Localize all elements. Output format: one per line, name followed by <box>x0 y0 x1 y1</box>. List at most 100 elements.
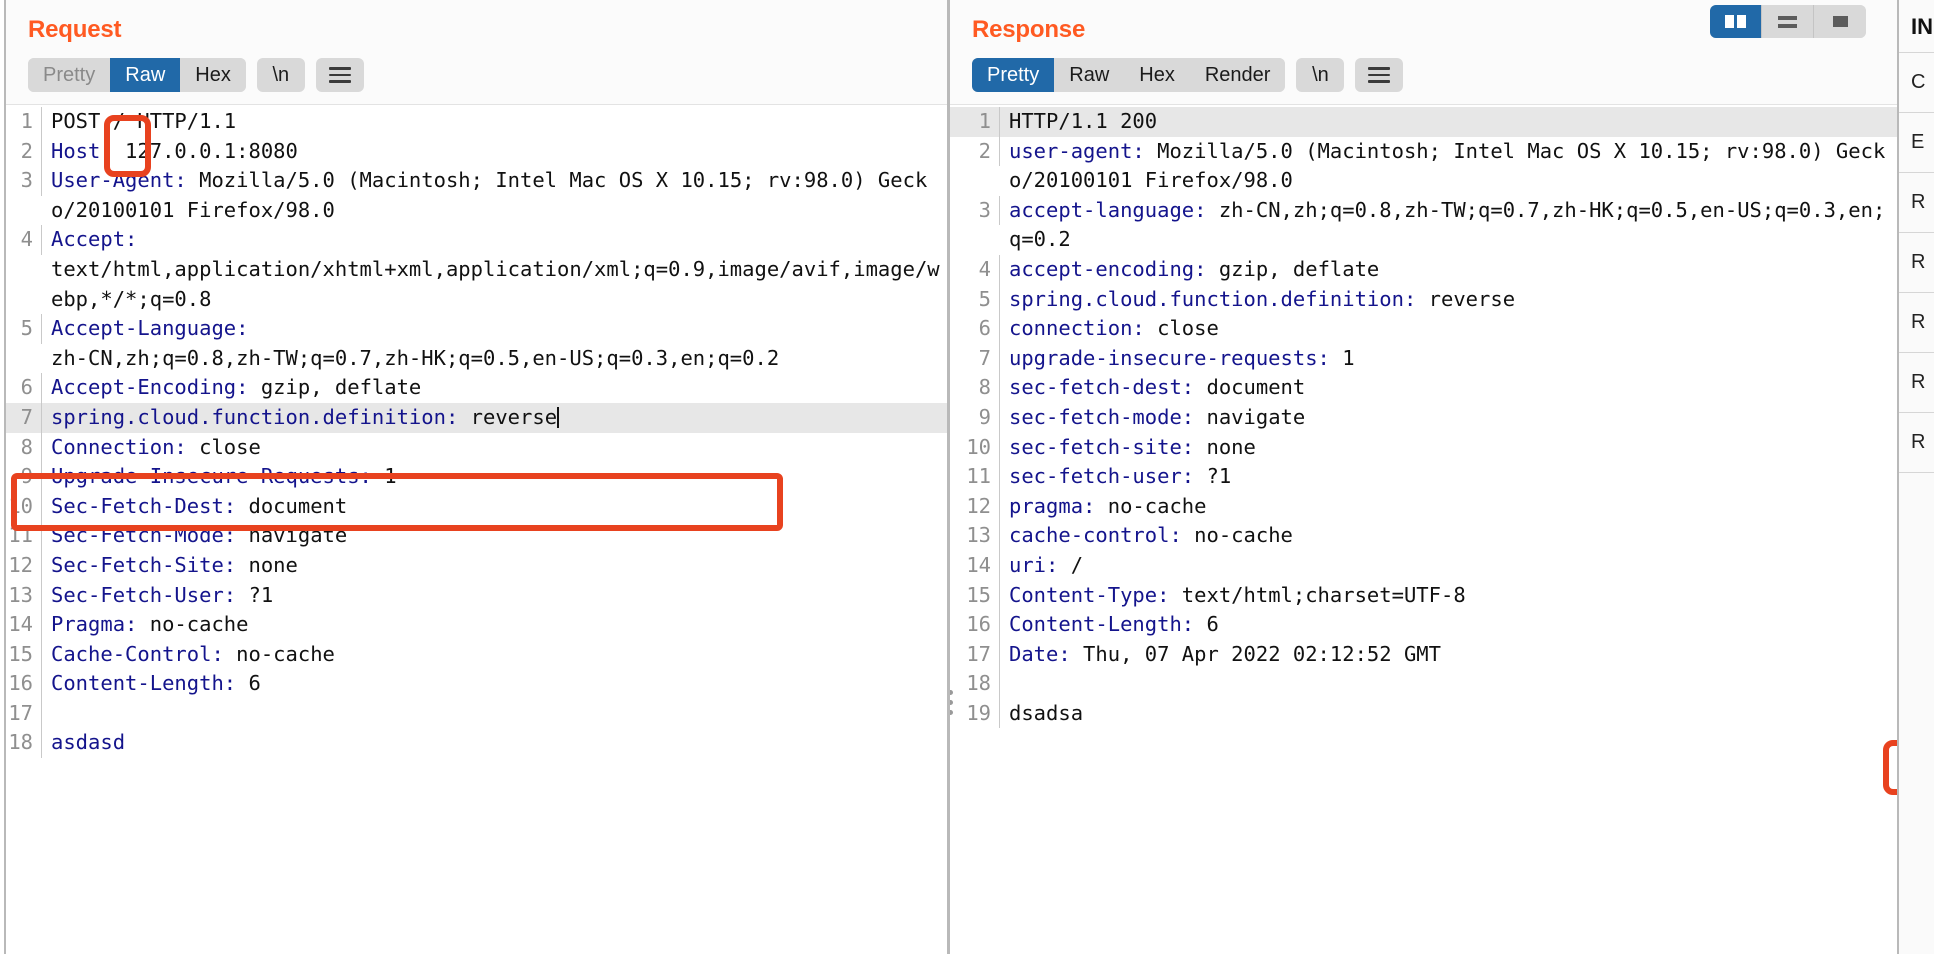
code-line-text: Date: Thu, 07 Apr 2022 02:12:52 GMT <box>1000 640 1897 670</box>
code-line: 7 upgrade-insecure-requests: 1 <box>950 343 1897 374</box>
response-tab-raw[interactable]: Raw <box>1054 58 1125 92</box>
request-tab-pretty[interactable]: Pretty <box>28 58 111 92</box>
code-line: 7 spring.cloud.function.definition: rever… <box>6 402 947 433</box>
request-toolbar: Pretty Raw Hex \n <box>28 58 947 104</box>
stacked-view-icon[interactable] <box>1762 5 1814 38</box>
code-line: 11 sec-fetch-user: ?1 <box>950 462 1897 492</box>
request-panel-header: Request Pretty Raw Hex \n <box>6 0 947 104</box>
code-line: 1 POST / HTTP/1.1 <box>6 107 947 137</box>
code-header-name: uri: <box>1009 552 1059 577</box>
code-header-value: / <box>1058 552 1084 577</box>
request-newline-button[interactable]: \n <box>256 58 305 92</box>
code-line-text: sec-fetch-user: ?1 <box>1000 462 1897 492</box>
line-number: 5 <box>6 314 42 344</box>
inspector-row[interactable]: E <box>1899 113 1934 173</box>
response-panel: Response Pretty Raw Hex Render \n 1 HTTP/… <box>950 0 1897 954</box>
code-line: 5 spring.cloud.function.definition: rever… <box>950 284 1897 315</box>
response-code-area[interactable]: 1 HTTP/1.1 200 2 user-agent: Mozilla/5.0 (M… <box>950 104 1897 954</box>
line-number: 6 <box>6 373 42 403</box>
request-tab-hex[interactable]: Hex <box>180 58 246 92</box>
line-number: 14 <box>6 610 42 640</box>
code-header-name: sec-fetch-dest: <box>1009 375 1195 400</box>
line-number: 8 <box>950 373 1000 403</box>
code-header-value: no-cache <box>223 641 335 666</box>
single-view-icon[interactable] <box>1814 5 1866 38</box>
code-line-text: Sec-Fetch-Mode: navigate <box>42 521 947 551</box>
code-line-text: accept-encoding: gzip, deflate <box>1000 255 1897 285</box>
inspector-row[interactable]: R <box>1899 293 1934 353</box>
code-line-text: Sec-Fetch-Dest: document <box>42 492 947 522</box>
code-line: 10 sec-fetch-site: none <box>950 432 1897 463</box>
code-line-text: pragma: no-cache <box>1000 492 1897 522</box>
code-header-name: User-Agent: <box>51 168 187 193</box>
code-header-name: upgrade-insecure-requests: <box>1009 345 1330 370</box>
response-menu-button[interactable] <box>1355 58 1404 92</box>
code-header-name: Accept: <box>51 227 138 252</box>
inspector-row[interactable]: R <box>1899 413 1934 473</box>
inspector-row[interactable]: R <box>1899 173 1934 233</box>
code-header-name: sec-fetch-site: <box>1009 434 1195 459</box>
code-header-name: user-agent: <box>1009 138 1145 163</box>
code-line: 1 HTTP/1.1 200 <box>950 107 1897 137</box>
code-line: 11 Sec-Fetch-Mode: navigate <box>6 521 947 551</box>
response-toolbar: Pretty Raw Hex Render \n <box>972 58 1897 104</box>
code-line: 12 Sec-Fetch-Site: none <box>6 550 947 581</box>
code-line-text: User-Agent: Mozilla/5.0 (Macintosh; Inte… <box>42 166 947 225</box>
line-number: 3 <box>950 195 1000 226</box>
request-menu-button[interactable] <box>315 58 364 92</box>
code-line-text: spring.cloud.function.definition: revers… <box>1000 285 1897 315</box>
line-number: 19 <box>950 698 1000 729</box>
request-tab-raw[interactable]: Raw <box>110 58 181 92</box>
inspector-row[interactable]: R <box>1899 353 1934 413</box>
code-header-name: Accept-Language: <box>51 316 249 341</box>
code-header-name: Sec-Fetch-Dest: <box>51 493 237 518</box>
code-line: 13 Sec-Fetch-User: ?1 <box>6 580 947 611</box>
code-line: 16 Content-Length: 6 <box>6 669 947 699</box>
response-tab-pretty[interactable]: Pretty <box>972 58 1055 92</box>
line-number: 1 <box>950 107 1000 137</box>
code-line: 12 pragma: no-cache <box>950 491 1897 522</box>
code-header-name: accept-encoding: <box>1009 256 1207 281</box>
code-line: 6 Accept-Encoding: gzip, deflate <box>6 373 947 403</box>
inspector-row[interactable]: R <box>1899 233 1934 293</box>
line-number: 11 <box>6 521 42 551</box>
response-tab-render[interactable]: Render <box>1189 58 1286 92</box>
code-header-name: Content-Length: <box>51 671 237 696</box>
line-number: 8 <box>6 432 42 463</box>
code-header-name: spring.cloud.function.definition: <box>1009 286 1417 311</box>
code-header-value: 127.0.0.1:8080 <box>112 138 298 163</box>
code-line: 4 accept-encoding: gzip, deflate <box>950 254 1897 285</box>
code-line: 15 Content-Type: text/html;charset=UTF-8 <box>950 580 1897 611</box>
response-drag-handle[interactable] <box>950 690 953 715</box>
response-newline-button[interactable]: \n <box>1296 58 1345 92</box>
code-header-name: sec-fetch-mode: <box>1009 404 1195 429</box>
code-value: dsadsa <box>1009 700 1084 725</box>
inspector-row[interactable]: C <box>1899 53 1934 113</box>
line-number: 9 <box>950 402 1000 433</box>
code-header-value: document <box>1194 375 1306 400</box>
code-header-value: navigate <box>1194 404 1306 429</box>
split-view-icon[interactable] <box>1710 5 1762 38</box>
line-number: 18 <box>6 728 42 759</box>
code-header-name: sec-fetch-user: <box>1009 464 1195 489</box>
text-cursor <box>557 406 559 428</box>
code-line-text: Accept: text/html,application/xhtml+xml,… <box>42 225 947 314</box>
request-code: 1 POST / HTTP/1.1 2 Host: 127.0.0.1:8080 3 Us… <box>6 105 947 759</box>
code-header-name: Sec-Fetch-Site: <box>51 552 237 577</box>
code-line: 15 Cache-Control: no-cache <box>6 639 947 670</box>
line-number: 15 <box>950 580 1000 611</box>
line-number: 16 <box>6 669 42 699</box>
code-header-name: spring.cloud.function.definition: <box>51 404 459 429</box>
code-line: 10 Sec-Fetch-Dest: document <box>6 491 947 522</box>
code-line-text: uri: / <box>1000 551 1897 581</box>
response-tab-hex[interactable]: Hex <box>1124 58 1190 92</box>
code-line-text: dsadsa <box>1000 699 1897 729</box>
inspector-title: IN <box>1899 0 1934 53</box>
code-line-text: accept-language: zh-CN,zh;q=0.8,zh-TW;q=… <box>1000 196 1897 255</box>
code-line-text: Cache-Control: no-cache <box>42 640 947 670</box>
code-line: 18 asdasd <box>6 728 947 759</box>
request-code-area[interactable]: 1 POST / HTTP/1.1 2 Host: 127.0.0.1:8080 3 Us… <box>6 104 947 954</box>
code-line-text: Pragma: no-cache <box>42 610 947 640</box>
code-line-text: Upgrade-Insecure-Requests: 1 <box>42 462 947 492</box>
code-header-value: Thu, 07 Apr 2022 02:12:52 GMT <box>1070 641 1441 666</box>
